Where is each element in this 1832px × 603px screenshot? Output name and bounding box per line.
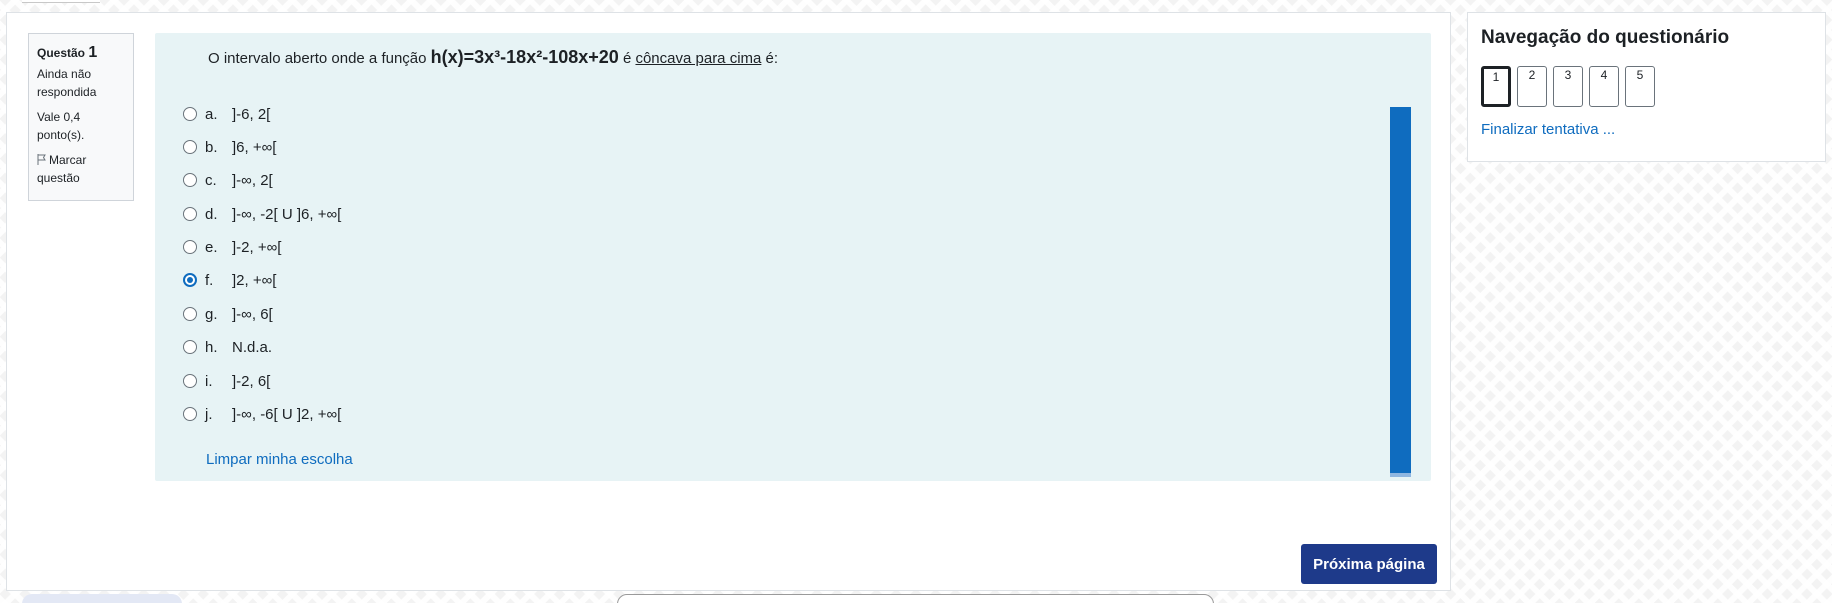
answer-option[interactable]: b. ]6, +∞[ (183, 136, 276, 158)
answer-radio[interactable] (183, 307, 197, 321)
bottom-pill-left (22, 594, 182, 603)
answer-text: ]-∞, -2[ U ]6, +∞[ (232, 205, 342, 223)
clear-choice-link[interactable]: Limpar minha escolha (206, 451, 353, 468)
flag-icon (37, 152, 47, 165)
answer-option[interactable]: c. ]-∞, 2[ (183, 169, 273, 191)
answer-text: ]-2, +∞[ (232, 238, 282, 256)
answer-letter: h. (205, 338, 218, 356)
answer-text: ]-2, 6[ (232, 372, 271, 390)
answer-radio[interactable] (183, 240, 197, 254)
function-expression: h(x)=3x³-18x²-108x+20 (430, 47, 619, 67)
answer-option[interactable]: e. ]-2, +∞[ (183, 236, 281, 258)
navigation-title: Navegação do questionário (1481, 27, 1730, 48)
answer-letter: g. (205, 305, 218, 323)
quiz-navigation-panel: Navegação do questionário 1 2 3 4 5 Fina… (1467, 12, 1826, 162)
answer-radio[interactable] (183, 207, 197, 221)
question-number: Questão 1 (37, 44, 98, 61)
question-text: O intervalo aberto onde a função h(x)=3x… (208, 47, 779, 67)
answer-letter: e. (205, 238, 218, 256)
answer-text: ]-∞, 6[ (232, 305, 273, 323)
question-state: Ainda não respondida (37, 67, 97, 99)
answer-radio[interactable] (183, 407, 197, 421)
nav-question-4[interactable]: 4 (1589, 66, 1619, 107)
answer-option[interactable]: f. ]2, +∞[ (183, 269, 276, 291)
question-page: Questão 1 Ainda não respondida Vale 0,4 … (6, 12, 1451, 591)
answer-letter: d. (205, 205, 218, 223)
top-tab-edge (22, 0, 100, 3)
next-page-button[interactable]: Próxima página (1301, 544, 1437, 584)
scrollbar-thumb[interactable] (1390, 107, 1411, 473)
nav-question-5[interactable]: 5 (1625, 66, 1655, 107)
finish-attempt-link[interactable]: Finalizar tentativa ... (1481, 121, 1615, 138)
nav-question-3[interactable]: 3 (1553, 66, 1583, 107)
answer-text: ]-∞, -6[ U ]2, +∞[ (232, 405, 342, 423)
nav-question-2[interactable]: 2 (1517, 66, 1547, 107)
answer-text: ]-∞, 2[ (232, 171, 273, 189)
answer-text: ]2, +∞[ (232, 271, 277, 289)
answer-option[interactable]: i. ]-2, 6[ (183, 370, 270, 392)
answer-scrollbar[interactable] (1390, 107, 1411, 479)
nav-question-1[interactable]: 1 (1481, 66, 1511, 107)
question-grade: Vale 0,4 ponto(s). (37, 110, 85, 142)
bottom-pill-center (617, 594, 1214, 603)
answer-letter: f. (205, 271, 214, 289)
answer-text: ]-6, 2[ (232, 105, 271, 123)
scrollbar-end (1390, 473, 1411, 477)
answer-option[interactable]: d. ]-∞, -2[ U ]6, +∞[ (183, 203, 341, 225)
answer-letter: c. (205, 171, 217, 189)
answer-radio[interactable] (183, 374, 197, 388)
answer-letter: i. (205, 372, 213, 390)
answer-letter: j. (205, 405, 213, 423)
concave-term: côncava para cima (635, 50, 762, 67)
answer-radio[interactable] (183, 173, 197, 187)
answer-radio-selected[interactable] (183, 273, 197, 287)
question-info: Questão 1 Ainda não respondida Vale 0,4 … (28, 33, 134, 201)
answer-radio[interactable] (183, 340, 197, 354)
answer-option[interactable]: a. ]-6, 2[ (183, 103, 270, 125)
answer-radio[interactable] (183, 140, 197, 154)
answer-option[interactable]: h. N.d.a. (183, 336, 272, 358)
answer-option[interactable]: g. ]-∞, 6[ (183, 303, 273, 325)
answer-text: ]6, +∞[ (232, 138, 277, 156)
answer-option[interactable]: j. ]-∞, -6[ U ]2, +∞[ (183, 403, 341, 425)
answer-letter: a. (205, 105, 218, 123)
question-formulation: O intervalo aberto onde a função h(x)=3x… (155, 33, 1431, 481)
answer-radio[interactable] (183, 107, 197, 121)
answer-text: N.d.a. (232, 338, 273, 356)
answer-letter: b. (205, 138, 218, 156)
flag-question-link[interactable]: Marcar questão (37, 151, 125, 187)
